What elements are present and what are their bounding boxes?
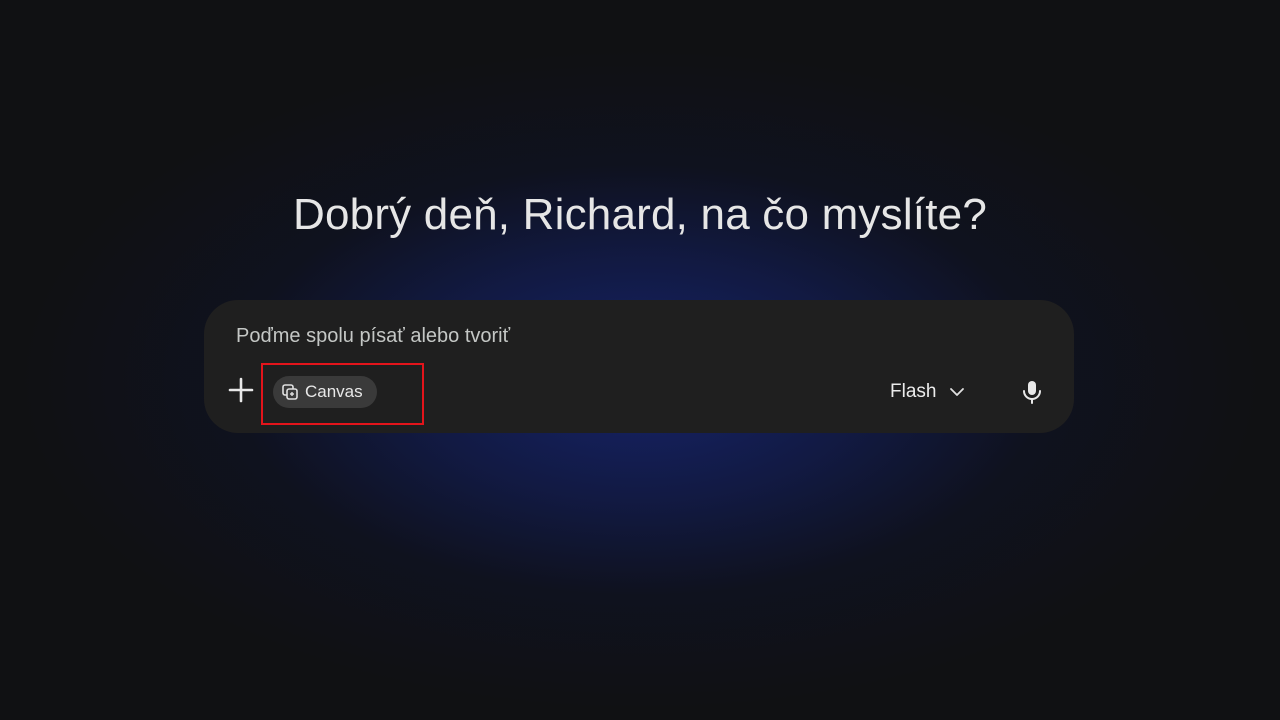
model-picker-label: Flash [890,381,937,402]
microphone-icon [1023,381,1041,404]
microphone-button[interactable] [1014,374,1050,410]
plus-icon [228,377,254,403]
canvas-chip-label: Canvas [305,382,363,401]
chevron-down-icon [950,388,965,396]
prompt-composer: Canvas Flash [204,300,1074,433]
prompt-input[interactable] [234,322,1038,350]
model-picker-dropdown[interactable]: Flash [890,374,966,410]
canvas-icon [282,384,298,400]
greeting-heading: Dobrý deň, Richard, na čo myslíte? [293,190,987,239]
canvas-tool-chip[interactable]: Canvas [273,376,377,408]
add-attachment-button[interactable] [224,373,258,407]
